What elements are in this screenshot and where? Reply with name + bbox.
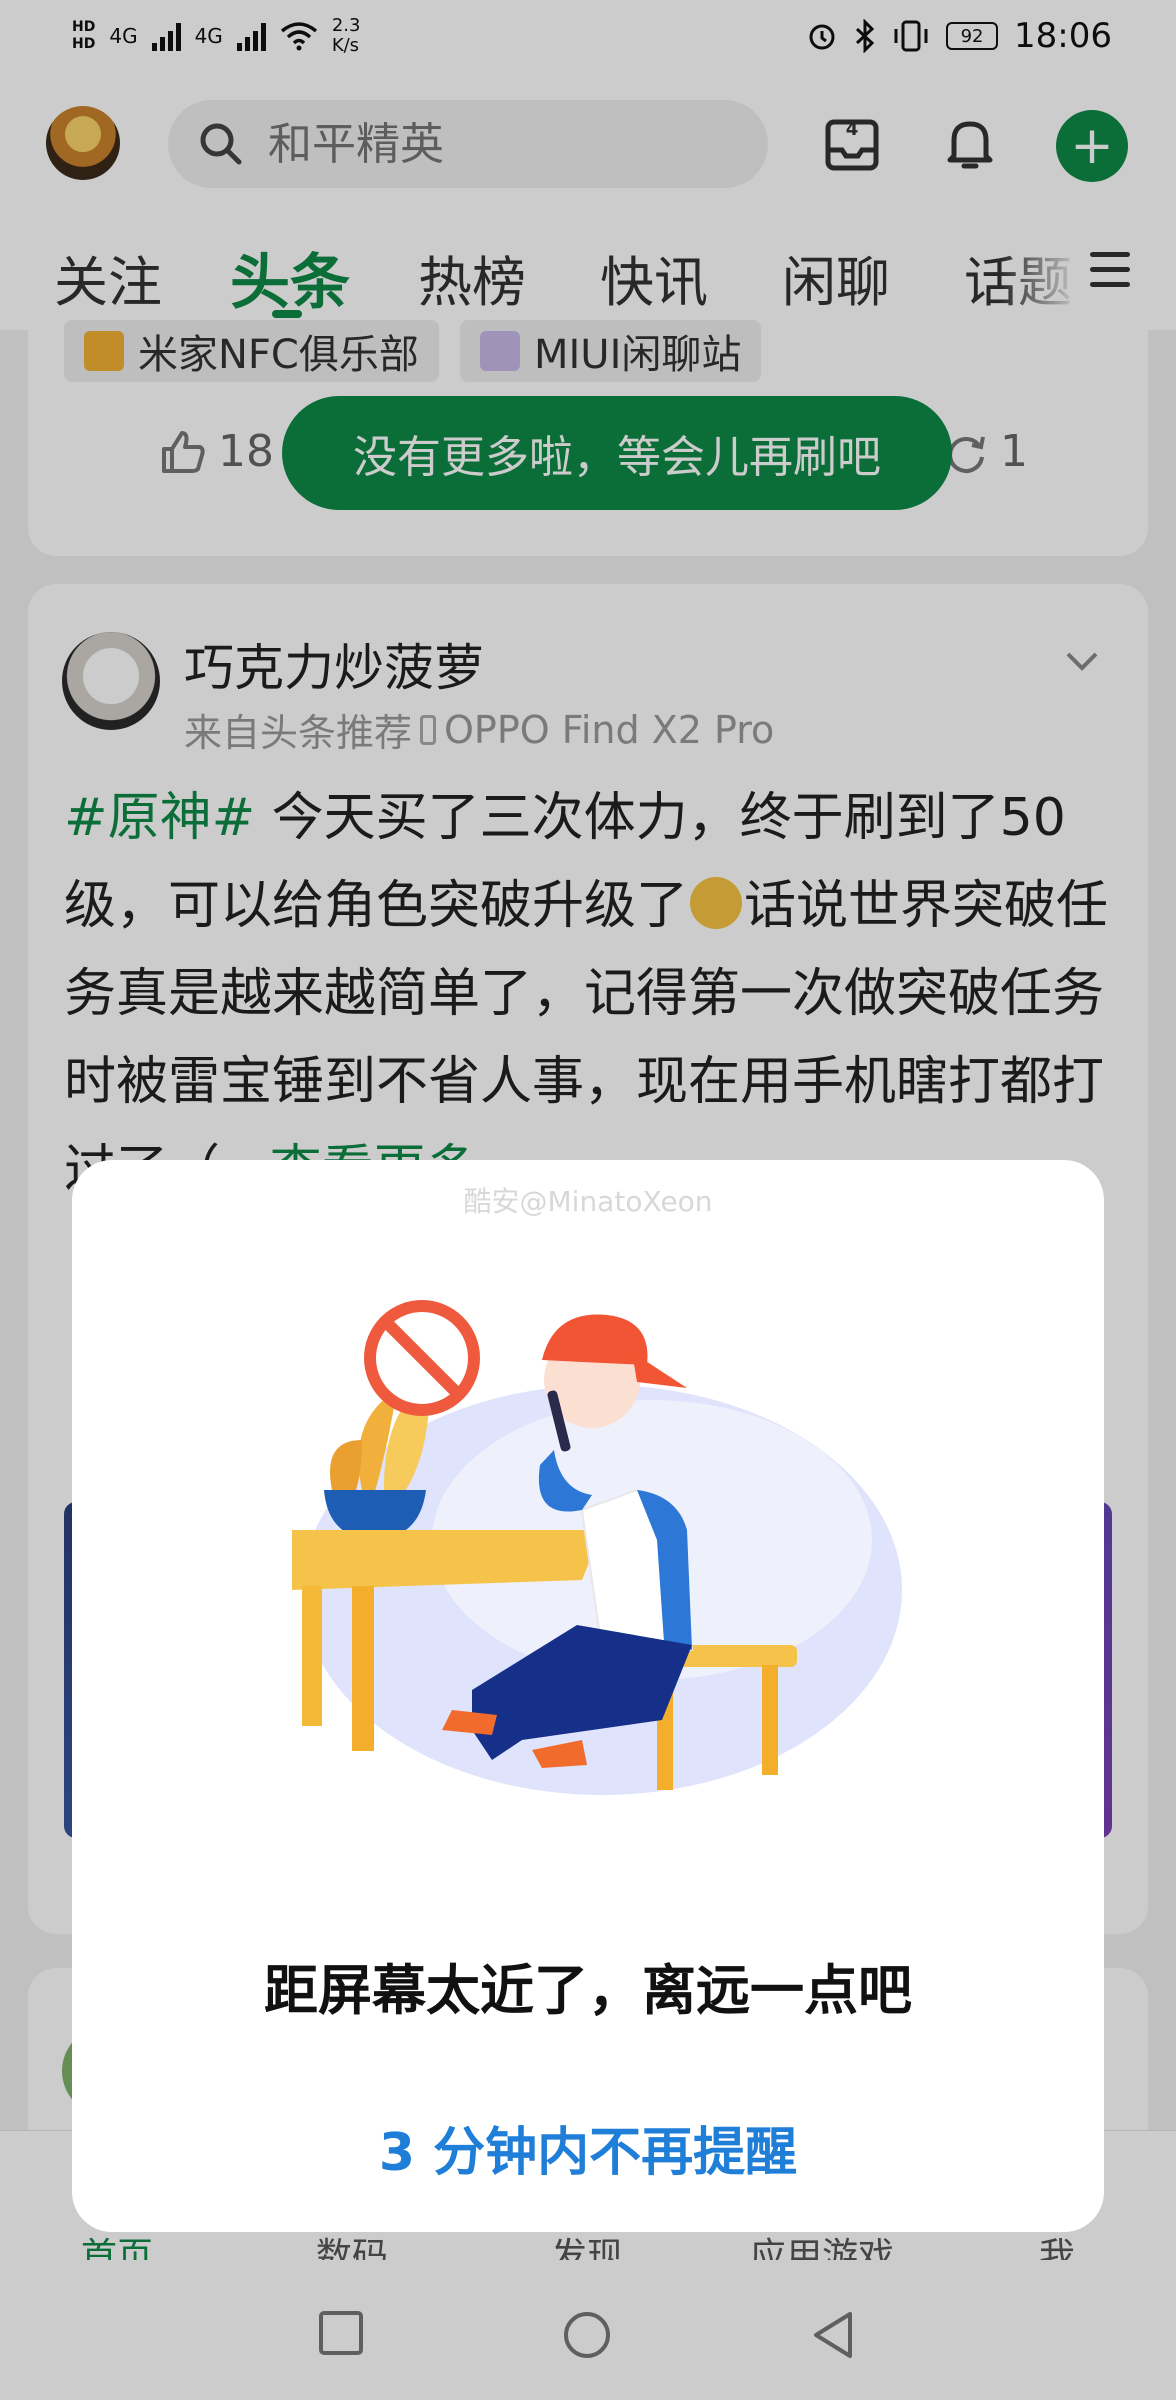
dialog-message: 距屏幕太近了，离远一点吧	[264, 1959, 912, 2022]
eye-distance-dialog: 酷安@MinatoXeon 距屏幕太近了，离远一点吧 3 分钟内不再提醒	[72, 1160, 1104, 2232]
snooze-button[interactable]: 3 分钟内不再提醒	[72, 2110, 1104, 2185]
too-close-illustration	[292, 1300, 902, 1795]
watermark: 酷安@MinatoXeon	[463, 1185, 713, 1218]
